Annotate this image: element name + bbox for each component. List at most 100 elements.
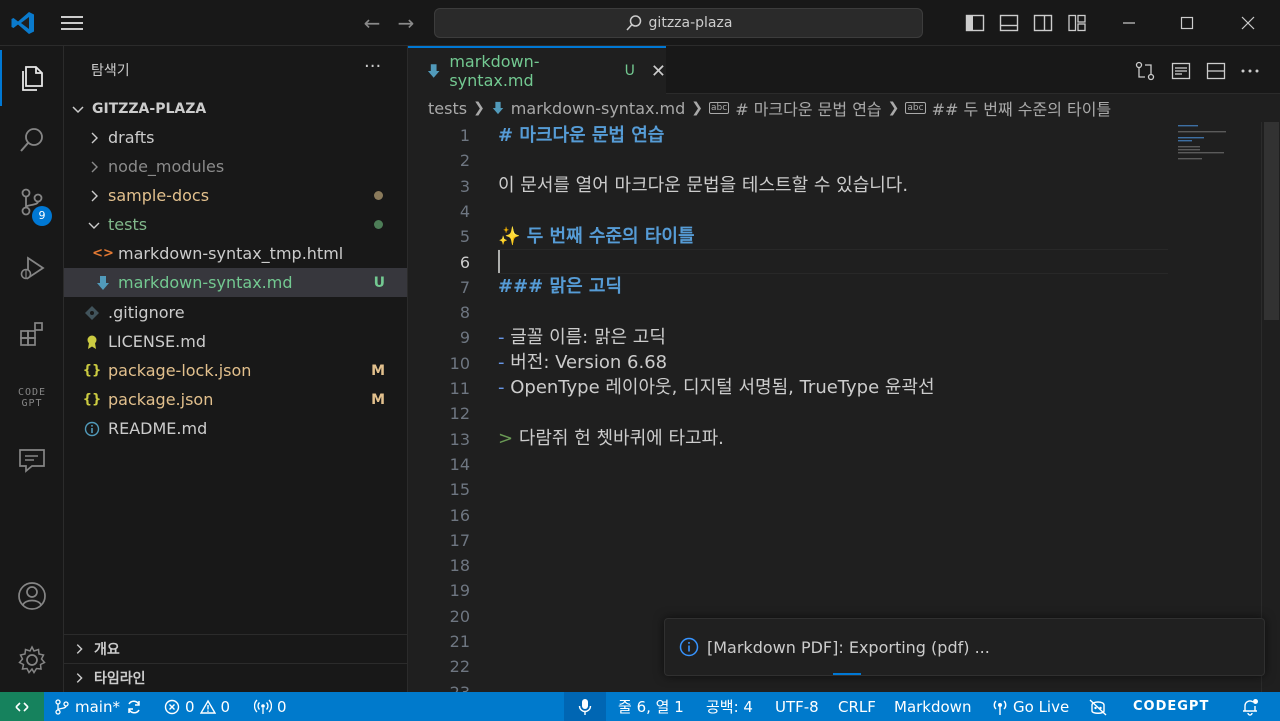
- section-label: 타임라인: [94, 671, 146, 687]
- hamburger-menu-icon[interactable]: [58, 12, 86, 34]
- chevron-right-icon: [76, 644, 83, 654]
- problems-indicator[interactable]: 0 0: [164, 692, 230, 721]
- ports-count: 0: [277, 697, 287, 716]
- tree-item-label: drafts: [108, 128, 155, 147]
- notification-toast[interactable]: [Markdown PDF]: Exporting (pdf) ...: [664, 618, 1265, 676]
- minimize-button[interactable]: [1114, 8, 1144, 38]
- status-bar: main* 0 0 0 줄 6, 열 1 공백: 4 UTF-8 CRLF Ma…: [0, 692, 1280, 721]
- toggle-secondary-sidebar-icon[interactable]: [1032, 12, 1054, 34]
- activity-extensions[interactable]: [0, 306, 64, 362]
- quote-marker: >: [498, 428, 514, 449]
- scrollbar-thumb[interactable]: [1264, 122, 1279, 320]
- microphone-icon: [578, 698, 592, 715]
- line-number: 14: [449, 454, 470, 474]
- tree-item-node-modules[interactable]: node_modules: [64, 152, 407, 181]
- back-arrow-icon[interactable]: ←: [360, 11, 384, 35]
- ports-indicator[interactable]: 0: [254, 692, 287, 721]
- tab-markdown-syntax-md[interactable]: markdown-syntax.md U ✕: [408, 46, 666, 94]
- encoding[interactable]: UTF-8: [775, 692, 819, 721]
- maximize-button[interactable]: [1172, 8, 1202, 38]
- tree-item-sample-docs[interactable]: sample-docs: [64, 181, 407, 210]
- code-line-10: - 버전: Version 6.68: [498, 350, 667, 375]
- copilot-disabled-icon: [1089, 698, 1107, 716]
- heading-text: 두 번째 수준의 타이틀: [520, 226, 695, 247]
- activity-accounts[interactable]: [0, 568, 64, 624]
- string-symbol-icon: abc: [905, 102, 926, 114]
- tree-item-markdown-syntax-md[interactable]: markdown-syntax.md U: [64, 268, 407, 297]
- codegpt-label: GPT: [21, 398, 43, 409]
- line-number: 13: [449, 429, 470, 449]
- list-text: 버전: Version 6.68: [504, 352, 668, 373]
- activity-source-control[interactable]: 9: [0, 174, 64, 230]
- tab-git-status: U: [624, 63, 635, 79]
- customize-layout-icon[interactable]: [1066, 12, 1088, 34]
- vertical-scrollbar[interactable]: [1261, 122, 1280, 692]
- cursor-position[interactable]: 줄 6, 열 1: [618, 692, 684, 721]
- copilot-status[interactable]: [1088, 692, 1108, 721]
- forward-arrow-icon[interactable]: →: [394, 11, 418, 35]
- end-of-line[interactable]: CRLF: [838, 692, 876, 721]
- activity-manage[interactable]: [0, 632, 64, 688]
- code-line-7: ### 맑은 고딕: [498, 276, 623, 297]
- go-live-label: Go Live: [1013, 697, 1070, 716]
- language-mode[interactable]: Markdown: [894, 692, 971, 721]
- open-preview-icon[interactable]: [1170, 60, 1192, 82]
- code-editor[interactable]: 1234567891011121314151617181920212223 # …: [408, 122, 1280, 692]
- open-changes-icon[interactable]: [1134, 60, 1156, 82]
- warning-count: 0: [220, 697, 231, 716]
- indentation[interactable]: 공백: 4: [706, 692, 753, 721]
- breadcrumb-folder[interactable]: tests: [428, 99, 467, 118]
- line-number: 19: [449, 581, 470, 601]
- breadcrumb-heading-1[interactable]: # 마크다운 문법 연습: [735, 96, 881, 120]
- chevron-right-icon: [91, 161, 98, 172]
- activity-codegpt[interactable]: CODE GPT: [0, 370, 64, 426]
- codegpt-status[interactable]: CODEGPT: [1133, 692, 1209, 721]
- activity-search[interactable]: [0, 112, 64, 168]
- tree-item-drafts[interactable]: drafts: [64, 123, 407, 152]
- activity-chat[interactable]: [0, 432, 64, 488]
- sync-icon[interactable]: [125, 698, 143, 716]
- git-status-badge: M: [371, 362, 385, 379]
- markdown-file-icon: [427, 64, 440, 78]
- tree-item-readme-md[interactable]: README.md: [64, 414, 407, 443]
- tree-item-package-json[interactable]: {} package.json M: [64, 385, 407, 414]
- workspace-root[interactable]: GITZZA-PLAZA: [70, 98, 206, 120]
- go-live-button[interactable]: Go Live: [992, 692, 1069, 721]
- editor-tabs: markdown-syntax.md U ✕: [408, 46, 1280, 94]
- breadcrumb-heading-2[interactable]: ## 두 번째 수준의 타이틀: [932, 96, 1112, 120]
- voice-input-button[interactable]: [564, 692, 606, 721]
- tab-close-icon[interactable]: ✕: [651, 61, 666, 82]
- notifications-bell[interactable]: [1241, 692, 1259, 721]
- minimap[interactable]: [1168, 122, 1261, 692]
- section-timeline[interactable]: 타임라인: [64, 663, 407, 692]
- git-branch[interactable]: main*: [54, 692, 143, 721]
- remote-indicator[interactable]: [0, 692, 44, 721]
- section-outline[interactable]: 개요: [64, 634, 407, 663]
- sidebar-more-actions[interactable]: ···: [364, 56, 381, 77]
- chevron-right-icon: ❯: [887, 100, 900, 116]
- activity-run-debug[interactable]: [0, 240, 64, 296]
- tree-item-tests[interactable]: tests: [64, 210, 407, 239]
- tree-item-markdown-syntax-tmp-html[interactable]: <> markdown-syntax_tmp.html: [64, 239, 407, 268]
- command-center-search[interactable]: gitzza-plaza: [434, 8, 923, 38]
- toggle-primary-sidebar-icon[interactable]: [964, 12, 986, 34]
- vscode-logo-icon[interactable]: [10, 10, 36, 36]
- close-icon: [1241, 16, 1255, 30]
- close-window-button[interactable]: [1233, 8, 1263, 38]
- git-status-badge: U: [373, 274, 385, 291]
- activity-explorer[interactable]: [0, 50, 64, 106]
- tree-item-package-lock-json[interactable]: {} package-lock.json M: [64, 356, 407, 385]
- extensions-icon: [20, 322, 43, 346]
- tree-item-license-md[interactable]: LICENSE.md: [64, 327, 407, 356]
- remote-icon: [15, 701, 29, 712]
- toggle-panel-icon[interactable]: [998, 12, 1020, 34]
- tree-item-gitignore[interactable]: .gitignore: [64, 298, 407, 327]
- chevron-down-icon: [88, 222, 100, 229]
- workspace-root-label: GITZZA-PLAZA: [92, 101, 207, 117]
- more-actions-icon[interactable]: [1239, 60, 1261, 82]
- split-editor-icon[interactable]: [1205, 60, 1227, 82]
- tree-item-label: sample-docs: [108, 186, 210, 205]
- run-debug-icon: [20, 256, 45, 280]
- modified-dot-icon: [374, 191, 383, 200]
- breadcrumb-file[interactable]: markdown-syntax.md: [511, 99, 686, 118]
